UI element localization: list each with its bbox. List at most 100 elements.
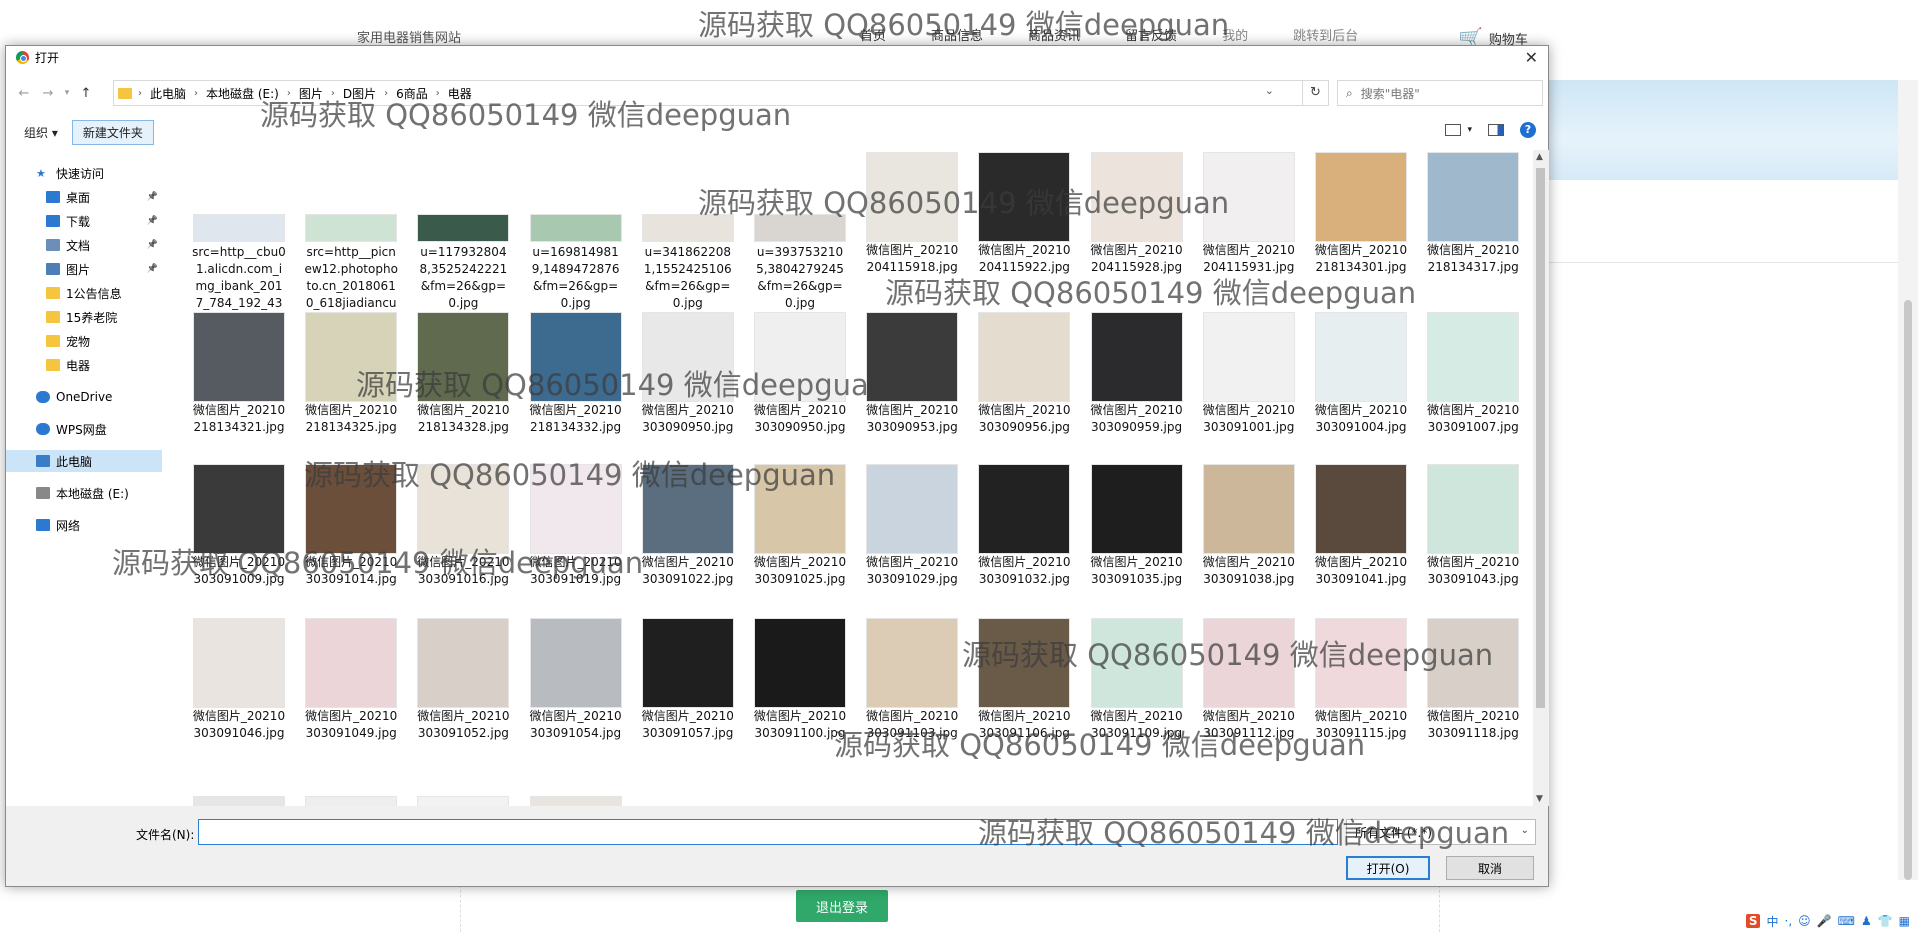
- pin-icon[interactable]: 📌: [147, 216, 158, 226]
- recent-dropdown-icon[interactable]: ▾: [60, 88, 74, 98]
- file-item[interactable]: 微信图片_20210303091035.jpg: [1088, 462, 1186, 588]
- sidebar-item-label: 快速访问: [56, 166, 105, 181]
- chevron-right-icon[interactable]: ›: [138, 88, 142, 99]
- file-item[interactable]: 微信图片_20210303091041.jpg: [1312, 462, 1410, 588]
- pin-icon[interactable]: 📌: [147, 192, 158, 202]
- chevron-down-icon[interactable]: ⌄: [1265, 84, 1274, 97]
- cancel-button[interactable]: 取消: [1446, 856, 1534, 880]
- file-list-scrollbar[interactable]: ▲ ▼: [1533, 150, 1549, 806]
- file-item[interactable]: 微信图片_20210303091049.jpg: [302, 616, 400, 742]
- file-item[interactable]: 微信图片_20210303091054.jpg: [527, 616, 625, 742]
- view-icon: [1445, 124, 1462, 136]
- file-item[interactable]: 微信图片_20210303090959.jpg: [1088, 310, 1186, 436]
- file-name: 微信图片_20210218134332.jpg: [529, 403, 622, 434]
- sidebar-item[interactable]: 下载 📌: [6, 210, 162, 232]
- ime-language[interactable]: 中: [1766, 913, 1778, 930]
- chevron-right-icon[interactable]: ›: [194, 88, 198, 99]
- dialog-titlebar: 打开 ✕: [6, 46, 1548, 68]
- user-icon[interactable]: ♟: [1861, 914, 1872, 928]
- mic-icon[interactable]: 🎤: [1817, 914, 1832, 928]
- keyboard-icon[interactable]: ⌨: [1838, 914, 1855, 928]
- view-options-button[interactable]: ▾: [1445, 124, 1472, 136]
- organize-button[interactable]: 组织 ▾: [24, 124, 58, 141]
- new-folder-button[interactable]: 新建文件夹: [71, 119, 154, 145]
- sidebar-item[interactable]: 文档 📌: [6, 234, 162, 256]
- file-item[interactable]: 微信图片_20210303091052.jpg: [414, 616, 512, 742]
- grid-icon[interactable]: ▦: [1899, 914, 1910, 928]
- file-thumbnail: [754, 616, 846, 708]
- file-item[interactable]: u=3418622081,1552425106&fm=26&gp=0.jpg: [639, 150, 737, 312]
- up-arrow-icon[interactable]: ↑: [74, 86, 98, 101]
- preview-pane-icon[interactable]: [1488, 124, 1504, 136]
- page-scrollbar[interactable]: [1898, 80, 1918, 880]
- punctuation-icon[interactable]: ·,: [1785, 914, 1793, 928]
- file-item[interactable]: 微信图片_20210218134317.jpg: [1424, 150, 1522, 276]
- sidebar-item[interactable]: ★ 快速访问: [6, 162, 162, 184]
- skin-icon[interactable]: 👕: [1878, 914, 1893, 928]
- sidebar-item[interactable]: WPS网盘: [6, 418, 162, 440]
- file-thumbnail[interactable]: [417, 796, 510, 806]
- file-item[interactable]: 微信图片_20210303091046.jpg: [190, 616, 288, 742]
- sidebar-item[interactable]: 电器: [6, 354, 162, 376]
- file-item[interactable]: 微信图片_20210303091057.jpg: [639, 616, 737, 742]
- file-thumbnail: [1202, 462, 1295, 554]
- folder-icon: [118, 87, 132, 99]
- back-arrow-icon[interactable]: ←: [12, 86, 36, 101]
- file-item[interactable]: src=http__cbu01.alicdn.com_img_ibank_201…: [190, 150, 288, 329]
- sidebar-item[interactable]: 桌面 📌: [6, 186, 162, 208]
- search-input[interactable]: ⌕ 搜索"电器": [1337, 80, 1543, 106]
- refresh-icon[interactable]: ↻: [1303, 80, 1329, 106]
- sidebar-item[interactable]: OneDrive: [6, 386, 162, 408]
- scroll-up-icon[interactable]: ▲: [1536, 152, 1543, 162]
- scrollbar-thumb[interactable]: [1536, 168, 1545, 708]
- file-thumbnail: [866, 616, 959, 708]
- file-item[interactable]: 微信图片_20210303091043.jpg: [1424, 462, 1522, 588]
- breadcrumb-this-pc[interactable]: 此电脑: [150, 85, 186, 102]
- site-brand: 家用电器销售网站: [357, 31, 462, 46]
- pin-icon[interactable]: 📌: [147, 264, 158, 274]
- file-item[interactable]: 微信图片_20210303091032.jpg: [975, 462, 1073, 588]
- open-button[interactable]: 打开(O): [1346, 856, 1430, 880]
- sidebar-item[interactable]: 图片 📌: [6, 258, 162, 280]
- logout-button[interactable]: 退出登录: [796, 890, 888, 922]
- file-item[interactable]: 微信图片_20210303091004.jpg: [1312, 310, 1410, 436]
- file-thumbnail[interactable]: [305, 796, 398, 806]
- sidebar-item[interactable]: 本地磁盘 (E:): [6, 482, 162, 504]
- watermark-text: 源码获取 QQ86050149 微信deepguan: [698, 8, 1230, 42]
- file-thumbnail[interactable]: [193, 796, 285, 806]
- file-item[interactable]: u=3937532105,3804279245&fm=26&gp=0.jpg: [751, 150, 849, 312]
- file-item[interactable]: u=1179328048,3525242221&fm=26&gp=0.jpg: [414, 150, 512, 312]
- sidebar-item[interactable]: 宠物: [6, 330, 162, 352]
- file-item[interactable]: 微信图片_20210303091007.jpg: [1424, 310, 1522, 436]
- file-item[interactable]: src=http__picnew12.photophoto.cn_2018061…: [302, 150, 400, 329]
- sidebar-item[interactable]: 网络: [6, 514, 162, 536]
- file-thumbnail: [1315, 150, 1407, 242]
- sidebar-item[interactable]: 此电脑: [6, 450, 162, 472]
- sidebar-item[interactable]: 1公告信息: [6, 282, 162, 304]
- pin-icon[interactable]: 📌: [147, 240, 158, 250]
- nav-admin[interactable]: 跳转到后台: [1293, 25, 1358, 44]
- sidebar-item[interactable]: 15养老院: [6, 306, 162, 328]
- forward-arrow-icon[interactable]: →: [36, 86, 60, 101]
- file-name: 微信图片_20210303091035.jpg: [1090, 555, 1183, 586]
- watermark-text: 源码获取 QQ86050149 微信deepguan: [304, 458, 836, 492]
- close-icon[interactable]: ✕: [1525, 48, 1538, 67]
- file-thumbnail[interactable]: [529, 796, 622, 806]
- file-item[interactable]: 微信图片_20210218134301.jpg: [1312, 150, 1410, 276]
- scroll-down-icon[interactable]: ▼: [1536, 794, 1543, 804]
- help-icon[interactable]: ?: [1520, 122, 1536, 138]
- file-item[interactable]: 微信图片_20210303090956.jpg: [975, 310, 1073, 436]
- emoji-icon[interactable]: ☺: [1798, 914, 1811, 928]
- file-name: 微信图片_20210303091057.jpg: [641, 709, 734, 740]
- file-item[interactable]: 微信图片_20210303091029.jpg: [863, 462, 961, 588]
- sogou-icon[interactable]: S: [1745, 914, 1761, 928]
- navigation-pane: ★ 快速访问 桌面 📌 下载 📌 文档 📌 图片 📌 1公告信息 15养老院 宠物 电器 OneDrive W…: [6, 150, 166, 806]
- file-thumbnail: [305, 150, 398, 242]
- page-scrollbar-thumb[interactable]: [1904, 300, 1912, 880]
- file-item[interactable]: 微信图片_20210303091001.jpg: [1200, 310, 1298, 436]
- file-item[interactable]: 微信图片_20210303091038.jpg: [1200, 462, 1298, 588]
- sidebar-item-label: 图片: [66, 262, 91, 277]
- file-name: 微信图片_20210218134317.jpg: [1427, 243, 1520, 274]
- file-item[interactable]: u=1698149819,1489472876&fm=26&gp=0.jpg: [527, 150, 625, 312]
- file-item[interactable]: 微信图片_20210218134321.jpg: [190, 310, 288, 436]
